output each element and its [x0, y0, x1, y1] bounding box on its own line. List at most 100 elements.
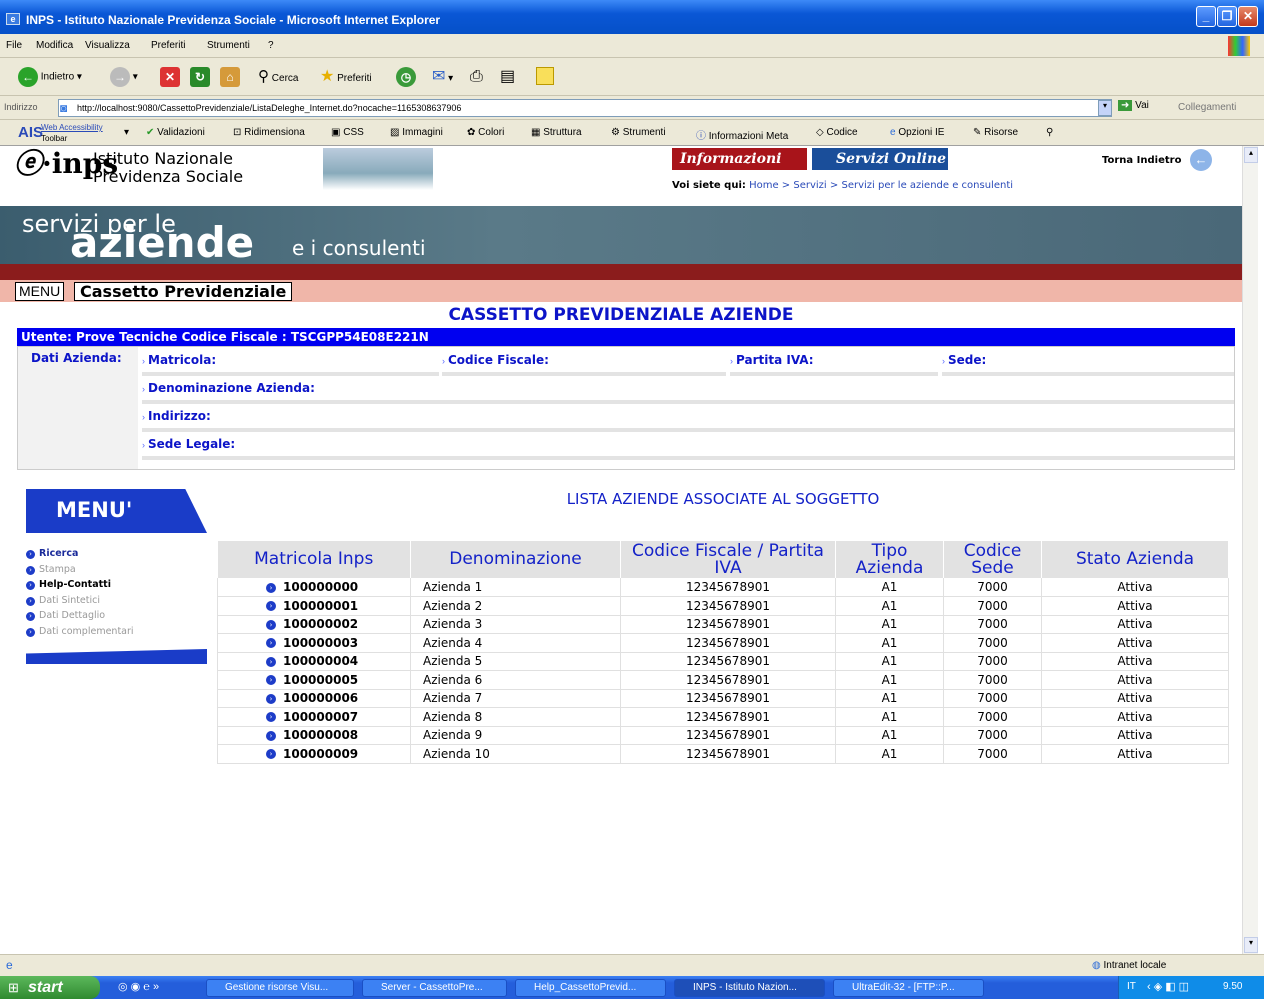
- menu-stampa[interactable]: › Stampa: [26, 564, 76, 575]
- matricola-link[interactable]: › 100000008: [217, 726, 411, 745]
- field-piva: › Partita IVA:: [730, 350, 938, 376]
- task-gestione-risorse[interactable]: Gestione risorse Visu...: [206, 979, 354, 997]
- stop-button[interactable]: ✕: [160, 67, 180, 89]
- matricola-link[interactable]: › 100000002: [217, 615, 411, 634]
- forward-button[interactable]: → ▾: [110, 67, 138, 89]
- minimize-button[interactable]: _: [1196, 6, 1216, 27]
- matricola-link[interactable]: › 100000005: [217, 670, 411, 690]
- ais-immagini[interactable]: ▨ Immagini: [390, 127, 443, 138]
- favorites-button[interactable]: ★ Preferiti: [320, 67, 372, 89]
- history-button[interactable]: ◷: [396, 67, 416, 89]
- back-arrow-icon: ←: [18, 67, 38, 87]
- refresh-button[interactable]: ↻: [190, 67, 210, 89]
- sede-cell: 7000: [943, 633, 1042, 653]
- tab-servizi-online[interactable]: Servizi Online: [812, 148, 948, 170]
- close-button[interactable]: ✕: [1238, 6, 1258, 27]
- menu-dati-complementari[interactable]: › Dati complementari: [26, 626, 134, 637]
- mail-button[interactable]: ✉ ▾: [432, 67, 453, 89]
- task-help-doc[interactable]: Help_CassettoPrevid...: [515, 979, 666, 997]
- field-cf: › Codice Fiscale:: [442, 350, 726, 376]
- ais-ridimensiona[interactable]: ⊡ Ridimensiona: [233, 127, 305, 138]
- ais-colori[interactable]: ✿ Colori: [467, 127, 504, 138]
- table-row: › 100000000 Azienda 1 12345678901 A1 7000 Atti…: [217, 578, 1229, 597]
- ais-dropdown[interactable]: ▾: [124, 127, 129, 138]
- ais-info-meta[interactable]: ⓘ Informazioni Meta: [696, 127, 788, 142]
- home-button[interactable]: ⌂: [220, 67, 240, 89]
- ais-search-icon[interactable]: ⚲: [1046, 127, 1053, 138]
- breadcrumb-home[interactable]: Home: [749, 180, 779, 191]
- menu-help-contatti[interactable]: › Help-Contatti: [26, 579, 111, 590]
- quicklaunch-icons[interactable]: ◎ ◉ ℮ »: [118, 980, 159, 993]
- address-label: Indirizzo: [4, 102, 38, 112]
- matricola-link[interactable]: › 100000000: [217, 578, 411, 597]
- address-dropdown[interactable]: ▾: [1098, 100, 1112, 116]
- denominazione-cell: Azienda 7: [410, 689, 621, 708]
- tools-icon: ⚙: [611, 127, 620, 138]
- menu-preferiti[interactable]: Preferiti: [151, 40, 185, 51]
- restore-button[interactable]: ❐: [1217, 6, 1237, 27]
- matricola-link[interactable]: › 100000003: [217, 633, 411, 653]
- print-button[interactable]: ⎙: [470, 67, 483, 89]
- field-matricola: › Matricola:: [142, 350, 439, 376]
- task-ultraedit[interactable]: UltraEdit-32 - [FTP::P...: [833, 979, 984, 997]
- back-circle-icon[interactable]: ←: [1190, 149, 1212, 171]
- go-button[interactable]: ➜ Vai: [1118, 100, 1149, 111]
- menu-modifica[interactable]: Modifica: [36, 40, 73, 51]
- ais-strumenti[interactable]: ⚙ Strumenti: [611, 127, 666, 138]
- task-server[interactable]: Server - CassettoPre...: [362, 979, 507, 997]
- matricola-link[interactable]: › 100000009: [217, 744, 411, 764]
- url-input[interactable]: http://localhost:9080/CassettoPrevidenzi…: [58, 99, 1112, 117]
- field-sede-legale: › Sede Legale:: [142, 434, 1234, 460]
- breadcrumb-servizi[interactable]: Servizi: [793, 180, 826, 191]
- sede-cell: 7000: [943, 615, 1042, 634]
- sede-cell: 7000: [943, 596, 1042, 616]
- menu-dati-dettaglio[interactable]: › Dati Dettaglio: [26, 610, 105, 621]
- breadcrumb-current[interactable]: Servizi per le aziende e consulenti: [841, 180, 1013, 191]
- stato-cell: Attiva: [1041, 744, 1229, 764]
- sede-cell: 7000: [943, 726, 1042, 745]
- breadcrumb: Voi siete qui: Home > Servizi > Servizi …: [672, 180, 1014, 191]
- menu-help[interactable]: ?: [268, 40, 274, 51]
- table-row: › 100000009 Azienda 10 12345678901 A1 7000 Att…: [217, 744, 1229, 764]
- menu-file[interactable]: File: [6, 40, 22, 51]
- resize-icon: ⊡: [233, 127, 242, 138]
- vertical-scrollbar[interactable]: ▴ ▾: [1242, 146, 1258, 954]
- menu-dati-sintetici[interactable]: › Dati Sintetici: [26, 595, 100, 606]
- code-icon: ◇: [816, 127, 824, 138]
- edit-button[interactable]: ▤: [500, 67, 515, 89]
- check-icon: ✔: [146, 127, 155, 138]
- scroll-down-button[interactable]: ▾: [1244, 937, 1258, 953]
- ais-validazioni[interactable]: ✔ Validazioni: [146, 127, 205, 138]
- links-label[interactable]: Collegamenti: [1178, 102, 1236, 113]
- matricola-link[interactable]: › 100000001: [217, 596, 411, 616]
- menu-visualizza[interactable]: Visualizza: [85, 40, 130, 51]
- matricola-link[interactable]: › 100000006: [217, 689, 411, 708]
- matricola-link[interactable]: › 100000007: [217, 707, 411, 727]
- messenger-button[interactable]: [536, 67, 554, 89]
- ais-struttura[interactable]: ▦ Struttura: [531, 127, 582, 138]
- ais-css[interactable]: ▣ CSS: [331, 127, 364, 138]
- table-row: › 100000002 Azienda 3 12345678901 A1 7000 Atti…: [217, 615, 1229, 634]
- ais-opzioni-ie[interactable]: e Opzioni IE: [890, 127, 944, 138]
- menu-strumenti[interactable]: Strumenti: [207, 40, 250, 51]
- menu-ricerca[interactable]: › Ricerca: [26, 548, 78, 559]
- search-button[interactable]: ⚲ Cerca: [258, 67, 298, 89]
- tipo-cell: A1: [835, 726, 944, 745]
- tray-icons[interactable]: ‹ ◈ ◧ ◫: [1147, 980, 1189, 993]
- tipo-cell: A1: [835, 596, 944, 616]
- ais-codice[interactable]: ◇ Codice: [816, 127, 858, 138]
- matricola-link[interactable]: › 100000004: [217, 652, 411, 671]
- col-stato: Stato Azienda: [1041, 541, 1229, 578]
- scroll-up-button[interactable]: ▴: [1244, 147, 1258, 163]
- task-inps-ie[interactable]: INPS - Istituto Nazion...: [674, 979, 825, 997]
- table-row: › 100000001 Azienda 2 12345678901 A1 7000 Atti…: [217, 596, 1229, 616]
- back-link[interactable]: Torna Indietro: [1102, 155, 1181, 166]
- ais-risorse[interactable]: ✎ Risorse: [973, 127, 1018, 138]
- language-indicator[interactable]: IT: [1127, 981, 1136, 992]
- window-titlebar[interactable]: e INPS - Istituto Nazionale Previdenza S…: [0, 0, 1264, 34]
- menu-label[interactable]: MENU: [15, 282, 65, 301]
- tab-informazioni[interactable]: Informazioni: [672, 148, 807, 170]
- web-accessibility-link[interactable]: Web Accessibility: [41, 123, 103, 132]
- sede-cell: 7000: [943, 670, 1042, 690]
- back-button[interactable]: ← Indietro ▾: [18, 67, 82, 89]
